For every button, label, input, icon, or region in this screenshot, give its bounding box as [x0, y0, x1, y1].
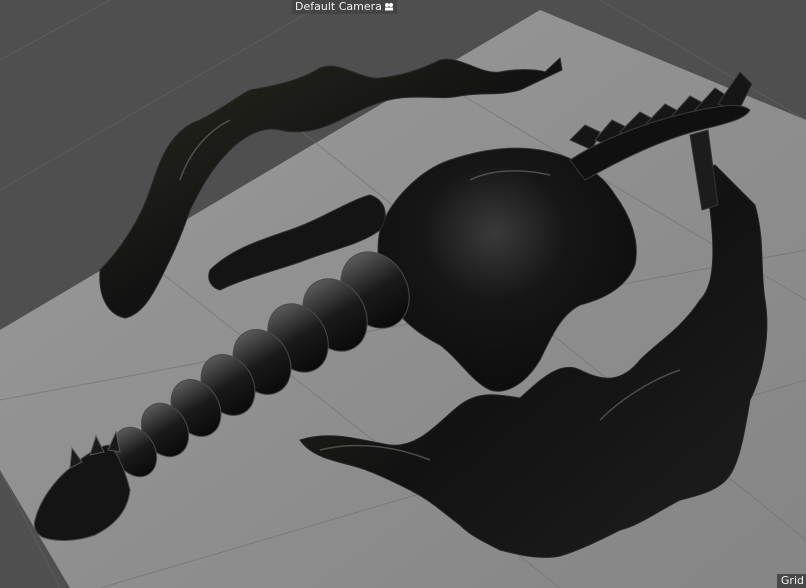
- viewport-scene[interactable]: [0, 0, 806, 588]
- camera-icon: [384, 3, 393, 11]
- camera-label[interactable]: Default Camera: [292, 0, 397, 14]
- camera-label-text: Default Camera: [295, 0, 382, 13]
- grid-label: Grid: [776, 574, 806, 588]
- 3d-viewport[interactable]: Default Camera Grid: [0, 0, 806, 588]
